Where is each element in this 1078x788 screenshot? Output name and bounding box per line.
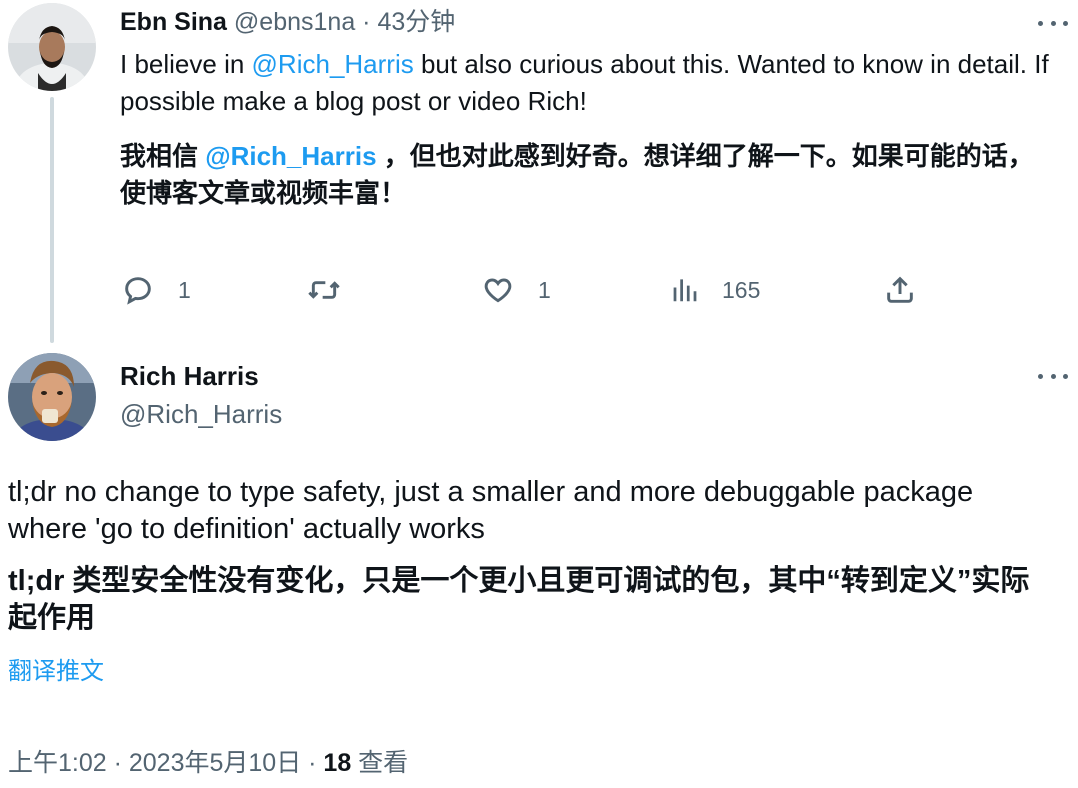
avatar-ebn-sina-image (8, 3, 96, 91)
tweet1-time[interactable]: 43分钟 (377, 8, 455, 36)
tweet2-views-count: 18 (323, 749, 352, 777)
tweet1-handle[interactable]: @ebns1na (234, 8, 355, 36)
avatar-ebn-sina[interactable] (8, 3, 96, 91)
tweet1-text: I believe in @Rich_Harris but also curio… (120, 46, 1060, 120)
share-button[interactable] (884, 270, 916, 310)
tweet2-author-name[interactable]: Rich Harris (120, 360, 259, 392)
speech-bubble-icon (125, 277, 151, 305)
heart-icon (484, 278, 512, 303)
avatar-rich-harris[interactable] (8, 353, 96, 441)
more-dot-icon (1038, 373, 1043, 379)
tweet1-action-bar: 1 1 165 (120, 270, 930, 310)
tweet1-translation-mention[interactable]: @Rich_Harris (205, 141, 376, 171)
like-button[interactable]: 1 (482, 270, 551, 310)
tweet2-handle[interactable]: @Rich_Harris (120, 398, 282, 430)
tweet2-timestamp[interactable]: 上午1:02 · 2023年5月10日 (8, 749, 301, 777)
tweet2-meta-separator: · (301, 749, 324, 777)
more-dot-icon (1050, 20, 1056, 26)
more-dot-icon (1050, 373, 1056, 379)
thread-connector-line (50, 97, 54, 343)
translate-tweet-link[interactable]: 翻译推文 (8, 656, 104, 688)
tweet1-header: Ebn Sina @ebns1na · 43分钟 (120, 6, 455, 38)
tweet-thread: Ebn Sina @ebns1na · 43分钟 I believe in @R… (0, 0, 1078, 788)
share-upload-icon (887, 276, 913, 303)
retweet-icon (308, 281, 340, 299)
more-dot-icon (1063, 373, 1068, 379)
views-count: 165 (722, 276, 761, 303)
tweet2-views-label: 查看 (351, 749, 409, 777)
tweet2-text: tl;dr no change to type safety, just a s… (8, 476, 974, 545)
tweet1-author-name[interactable]: Ebn Sina (120, 8, 227, 36)
more-dot-icon (1063, 20, 1068, 26)
tweet1-more-button[interactable] (1038, 13, 1068, 33)
views-button[interactable]: 165 (670, 270, 760, 310)
tweet1-translation-part1: 我相信 (120, 141, 206, 171)
tweet1-mention[interactable]: @Rich_Harris (252, 49, 414, 79)
like-count: 1 (538, 276, 551, 303)
tweet2-meta: 上午1:02 · 2023年5月10日 · 18 查看 (8, 746, 408, 780)
retweet-button[interactable] (306, 270, 366, 310)
tweet2-more-button[interactable] (1038, 366, 1068, 386)
reply-count: 1 (178, 276, 191, 303)
avatar-rich-harris-image (8, 353, 96, 441)
tweet1-translation: 我相信 @Rich_Harris ，但也对此感到好奇。想详细了解一下。如果可能的… (120, 138, 1050, 212)
reply-button[interactable]: 1 (122, 270, 191, 310)
tweet1-separator: · (355, 8, 378, 36)
bar-chart-icon (673, 279, 697, 302)
tweet1-text-part1: I believe in (120, 49, 252, 79)
tweet2-translation: tl;dr 类型安全性没有变化，只是一个更小且更可调试的包，其中“转到定义”实际… (8, 565, 1030, 634)
more-dot-icon (1038, 20, 1043, 26)
